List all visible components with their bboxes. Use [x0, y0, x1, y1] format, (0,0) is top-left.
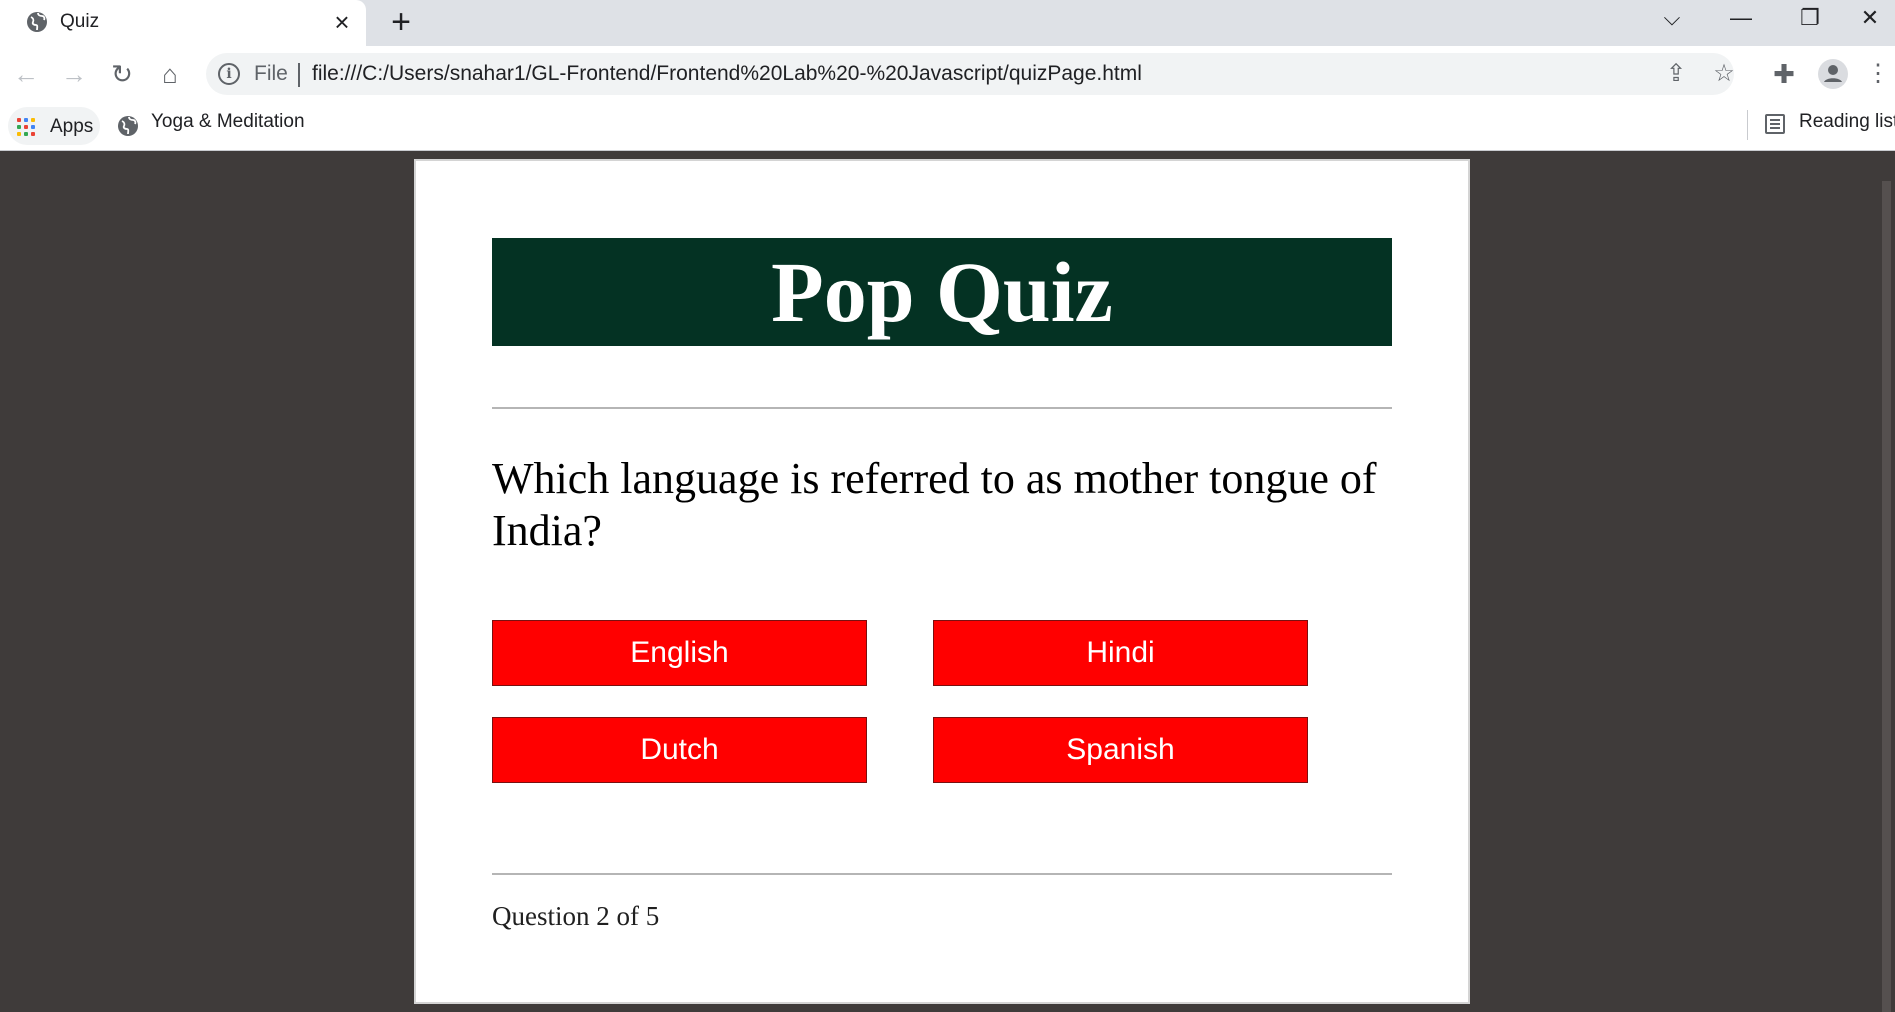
reading-list-icon — [1765, 114, 1785, 134]
forward-icon[interactable]: → — [58, 58, 90, 90]
reload-icon[interactable]: ↻ — [106, 58, 138, 90]
address-separator — [298, 63, 300, 87]
restore-button[interactable]: ❐ — [1778, 0, 1842, 40]
address-bar[interactable]: i File file:///C:/Users/snahar1/GL-Front… — [206, 53, 1735, 95]
divider-bottom — [492, 873, 1392, 875]
answer-button-hindi[interactable]: Hindi — [933, 620, 1308, 686]
divider-top — [492, 407, 1392, 409]
answer-button-dutch[interactable]: Dutch — [492, 717, 867, 783]
quiz-title: Pop Quiz — [771, 244, 1113, 340]
bookmarks-divider — [1747, 110, 1748, 140]
reading-list-label: Reading list — [1799, 111, 1895, 132]
browser-toolbar: ← → ↻ ⌂ i File file:///C:/Users/snahar1/… — [0, 46, 1895, 102]
question-progress: Question 2 of 5 — [492, 901, 660, 931]
bookmarks-bar: Apps Yoga & Meditation Reading list — [0, 102, 1895, 151]
page-scrollbar[interactable] — [1878, 151, 1895, 1012]
question-text: Which language is referred to as mother … — [492, 454, 1377, 555]
new-tab-button[interactable]: + — [384, 5, 418, 40]
quiz-card: Pop Quiz Which language is referred to a… — [414, 159, 1470, 1004]
tab-strip: Quiz × + ⌵ — ❐ ✕ — [0, 0, 1895, 46]
share-icon[interactable]: ⇪ — [1660, 58, 1692, 90]
site-info-icon[interactable]: i — [218, 63, 240, 85]
answer-button-english[interactable]: English — [492, 620, 867, 686]
bookmark-apps[interactable]: Apps — [8, 107, 100, 145]
bookmark-star-icon[interactable]: ☆ — [1708, 58, 1740, 90]
quiz-header: Pop Quiz — [492, 238, 1392, 346]
apps-grid-icon — [17, 118, 35, 136]
close-window-button[interactable]: ✕ — [1845, 0, 1895, 40]
tab-search-icon[interactable]: ⌵ — [1640, 0, 1704, 40]
minimize-button[interactable]: — — [1709, 0, 1773, 40]
address-scheme: File — [254, 62, 288, 85]
globe-icon — [118, 116, 138, 136]
menu-kebab-icon[interactable]: ⋮ — [1866, 58, 1890, 90]
tab-title: Quiz — [60, 11, 100, 32]
answer-button-spanish[interactable]: Spanish — [933, 717, 1308, 783]
address-url[interactable]: file:///C:/Users/snahar1/GL-Frontend/Fro… — [312, 62, 1142, 86]
home-icon[interactable]: ⌂ — [154, 58, 186, 90]
extensions-icon[interactable]: ✚ — [1768, 58, 1800, 90]
tab-close-icon[interactable]: × — [328, 8, 356, 36]
globe-icon — [27, 12, 47, 32]
back-icon[interactable]: ← — [10, 58, 42, 90]
bookmark-apps-label: Apps — [50, 116, 94, 137]
scrollbar-thumb[interactable] — [1882, 181, 1891, 1012]
browser-tab[interactable]: Quiz × — [0, 0, 366, 46]
bookmark-yoga-label: Yoga & Meditation — [151, 111, 305, 132]
profile-avatar-icon[interactable] — [1817, 58, 1849, 90]
